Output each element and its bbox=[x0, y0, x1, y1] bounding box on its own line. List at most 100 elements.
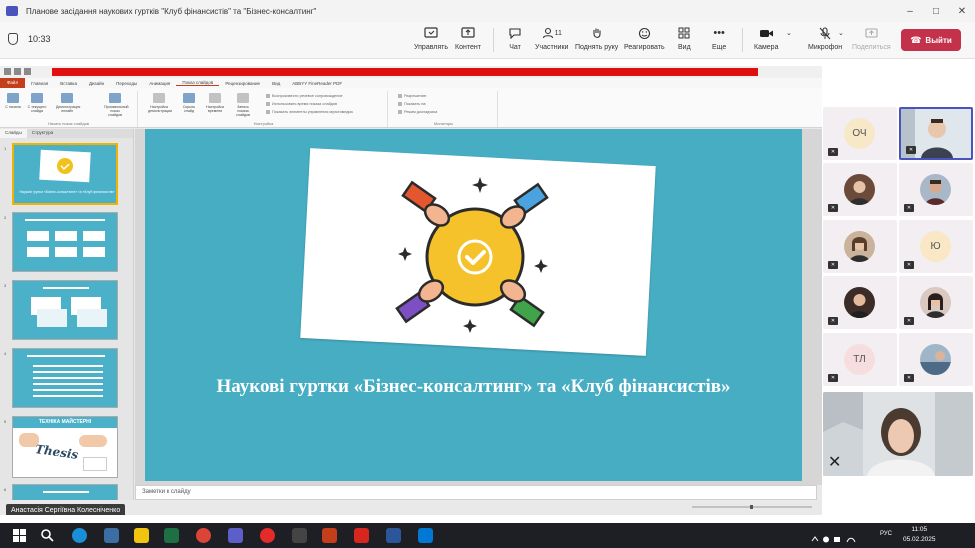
tab-review[interactable]: Рецензирование bbox=[219, 81, 266, 86]
manage-button[interactable]: Управлять bbox=[414, 25, 448, 57]
mic-muted-icon: ✕ bbox=[828, 204, 838, 212]
tab-view[interactable]: Вид bbox=[266, 81, 286, 86]
save-icon[interactable] bbox=[4, 68, 11, 75]
tab-file[interactable]: Файл bbox=[0, 78, 26, 88]
slide-thumbnail[interactable]: Наукові гуртки «Бізнес-консалтинг» та «К… bbox=[12, 143, 118, 205]
hide-slide-button[interactable]: Скрыть слайд bbox=[178, 93, 200, 113]
meeting-toolbar: 10:33 Управлять Контент Чат 11 Участники… bbox=[0, 22, 975, 59]
excel-icon[interactable] bbox=[164, 528, 179, 543]
participant-tile[interactable]: ✕ bbox=[899, 107, 973, 160]
tab-design[interactable]: Дизайн bbox=[83, 81, 110, 86]
mic-muted-icon: ✕ bbox=[828, 374, 838, 382]
windows-taskbar: РУС 11:05 05.02.2025 bbox=[0, 523, 975, 548]
participant-tile[interactable]: ✕ bbox=[899, 276, 973, 329]
input-language[interactable]: РУС bbox=[880, 531, 892, 537]
more-button[interactable]: ••• Еще bbox=[712, 25, 726, 57]
word-icon[interactable] bbox=[386, 528, 401, 543]
play-narration-checkbox[interactable]: Воспроизвести речевое сопровождение bbox=[266, 94, 343, 99]
content-button[interactable]: Контент bbox=[455, 25, 481, 57]
outlook-icon[interactable] bbox=[418, 528, 433, 543]
from-current-button[interactable]: С текущего слайда bbox=[26, 93, 48, 113]
tab-abbyy[interactable]: ABBYY FineReader PDF bbox=[286, 81, 348, 86]
participant-tile[interactable]: Ю ✕ bbox=[899, 220, 973, 273]
undo-icon[interactable] bbox=[14, 68, 21, 75]
slide-notes-field[interactable]: Заметки к слайду bbox=[135, 485, 817, 500]
camera-options-button[interactable]: ⌄ bbox=[786, 25, 792, 57]
powerpoint-icon[interactable] bbox=[322, 528, 337, 543]
view-button[interactable]: Вид bbox=[678, 25, 691, 57]
thumbnail-caption: Наукові гуртки «Бізнес-консалтинг» та «К… bbox=[19, 190, 115, 194]
file-explorer-icon[interactable] bbox=[134, 528, 149, 543]
react-button[interactable]: Реагировать bbox=[624, 25, 665, 57]
meeting-stage: Файл Главная Вставка Дизайн Переходы Ани… bbox=[0, 59, 975, 523]
use-timings-checkbox[interactable]: Использовать время показа слайдов bbox=[266, 102, 337, 107]
chrome-icon[interactable] bbox=[196, 528, 211, 543]
edge-browser-icon[interactable] bbox=[72, 528, 87, 543]
participant-tile[interactable]: ✕ bbox=[823, 276, 897, 329]
slide-title[interactable]: Наукові гуртки «Бізнес-консалтинг» та «К… bbox=[145, 376, 802, 398]
tab-insert[interactable]: Вставка bbox=[54, 81, 83, 86]
raise-hand-button[interactable]: Поднять руку bbox=[575, 25, 618, 57]
participant-tile[interactable]: ✕ bbox=[899, 163, 973, 216]
minimize-button[interactable]: – bbox=[897, 0, 923, 22]
active-speaker-video[interactable]: ✕ bbox=[823, 392, 973, 476]
leave-button[interactable]: ☎ Выйти bbox=[901, 29, 961, 51]
close-window-button[interactable]: ✕ bbox=[949, 0, 975, 22]
mic-off-icon bbox=[819, 25, 831, 41]
share-content-icon bbox=[461, 25, 475, 41]
presenter-view-checkbox[interactable]: Режим докладчика bbox=[398, 110, 437, 115]
show-on-select[interactable]: Показать на: bbox=[398, 102, 426, 107]
tab-slideshow[interactable]: Показ слайдов bbox=[176, 80, 220, 86]
slide-thumbnail[interactable] bbox=[12, 280, 118, 340]
broadcast-button[interactable]: Демонстрация онлайн bbox=[56, 93, 80, 113]
tab-transitions[interactable]: Переходы bbox=[110, 81, 143, 86]
teams-chat-icon[interactable] bbox=[104, 528, 119, 543]
slide-thumbnail[interactable]: ТЕХНІКА МАЙСТЕРНІ Thesis bbox=[12, 416, 118, 478]
from-beginning-button[interactable]: С начала bbox=[2, 93, 24, 109]
window-title-bar: Планове засідання наукових гуртків "Клуб… bbox=[0, 0, 975, 22]
record-slideshow-button[interactable]: Запись показа слайдов bbox=[232, 93, 254, 117]
manage-icon bbox=[424, 25, 438, 41]
search-icon[interactable] bbox=[40, 528, 55, 543]
maximize-button[interactable]: □ bbox=[923, 0, 949, 22]
tab-outline[interactable]: Структура bbox=[27, 129, 58, 138]
participant-tile[interactable]: ОЧ ✕ bbox=[823, 107, 897, 160]
mic-muted-icon: ✕ bbox=[904, 317, 914, 325]
ppt-quick-access-toolbar bbox=[0, 66, 822, 78]
slide-thumbnail[interactable] bbox=[12, 212, 118, 272]
participants-button[interactable]: 11 Участники bbox=[535, 25, 568, 57]
camera-button[interactable]: Камера bbox=[754, 25, 778, 57]
pane-tabs: Слайды Структура bbox=[0, 129, 133, 138]
rehearse-timings-button[interactable]: Настройка времени bbox=[204, 93, 226, 113]
system-tray-icons[interactable] bbox=[810, 531, 860, 543]
clock[interactable]: 11:05 05.02.2025 bbox=[903, 525, 936, 545]
window-controls: – □ ✕ bbox=[897, 0, 975, 22]
tab-slides[interactable]: Слайды bbox=[0, 129, 27, 138]
share-tray-icon bbox=[865, 25, 878, 41]
acrobat-icon[interactable] bbox=[354, 528, 369, 543]
chat-button[interactable]: Чат bbox=[508, 25, 522, 57]
share-button[interactable]: Поделиться bbox=[852, 25, 891, 57]
resolution-select[interactable]: Разрешение: bbox=[398, 94, 427, 99]
participant-tile[interactable]: ✕ bbox=[823, 220, 897, 273]
redo-icon[interactable] bbox=[24, 68, 31, 75]
participant-tile[interactable]: ✕ bbox=[899, 333, 973, 386]
zoom-slider[interactable] bbox=[692, 505, 812, 509]
mic-muted-icon: ✕ bbox=[906, 146, 916, 154]
mic-button[interactable]: Микрофон bbox=[808, 25, 842, 57]
tab-animations[interactable]: Анимация bbox=[143, 81, 176, 86]
chevron-down-icon: ⌄ bbox=[786, 30, 792, 37]
teams-icon[interactable] bbox=[228, 528, 243, 543]
slide-thumbnail[interactable] bbox=[12, 348, 118, 408]
participant-tile[interactable]: ✕ bbox=[823, 163, 897, 216]
current-slide[interactable]: Наукові гуртки «Бізнес-консалтинг» та «К… bbox=[145, 129, 802, 481]
mic-options-button[interactable]: ⌄ bbox=[838, 25, 844, 57]
opera-icon[interactable] bbox=[260, 528, 275, 543]
participant-tile[interactable]: ТЛ ✕ bbox=[823, 333, 897, 386]
setup-show-button[interactable]: Настройка демонстрации bbox=[148, 93, 172, 113]
custom-show-button[interactable]: Произвольный показ слайдов bbox=[104, 93, 129, 117]
show-media-controls-checkbox[interactable]: Показать элементы управления мультимедиа bbox=[266, 110, 353, 115]
tab-home[interactable]: Главная bbox=[25, 81, 54, 86]
app-icon[interactable] bbox=[292, 528, 307, 543]
windows-start-icon[interactable] bbox=[12, 528, 27, 543]
